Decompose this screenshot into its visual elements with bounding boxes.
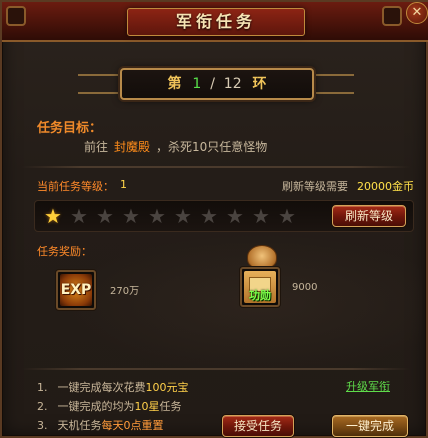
corner-ornament-left: [6, 6, 26, 26]
window-title: 军衔任务: [175, 12, 256, 31]
merit-icon-label: 功勋: [249, 289, 271, 302]
star-icon: ★: [278, 204, 296, 228]
note-line-2: 2. 一键完成的均为10星任务: [37, 400, 182, 413]
merit-icon: 功勋: [244, 271, 276, 303]
task-level-label: 当前任务等级：: [37, 180, 114, 193]
reward-slot-exp[interactable]: EXP: [56, 270, 96, 310]
corner-ornament-right: [382, 6, 402, 26]
ring-counter: 第 1 / 12 环: [120, 68, 314, 100]
star-icon: ★: [44, 204, 62, 228]
objective-suffix: ，杀死10只任意怪物: [156, 140, 268, 154]
objective-place[interactable]: 封魔殿: [114, 140, 150, 154]
accept-task-button[interactable]: 接受任务: [222, 415, 294, 437]
divider-top: [22, 166, 410, 168]
task-window: 军衔任务 ✕ 第 1 / 12 环 任务目标： 前往 封魔殿 ，杀死10只任意怪物 …: [0, 0, 428, 438]
ring-word-di: 第: [167, 76, 182, 92]
close-button[interactable]: ✕: [406, 2, 428, 24]
refresh-cost-label: 刷新等级需要: [282, 180, 348, 193]
one-click-complete-button[interactable]: 一键完成: [332, 415, 408, 437]
medal-icon: [247, 245, 277, 269]
rewards-label: 任务奖励：: [37, 245, 92, 258]
objective-prefix: 前往: [84, 140, 109, 154]
star-icon: ★: [148, 204, 166, 228]
star-icon: ★: [174, 204, 192, 228]
refresh-cost-value: 20000金币: [357, 180, 414, 193]
objective-text: 前往 封魔殿 ，杀死10只任意怪物: [84, 138, 267, 155]
upgrade-rank-link[interactable]: 升级军衔: [346, 378, 390, 394]
ring-ornament-left: [78, 74, 118, 94]
note-line-3: 3. 天机任务每天0点重置: [37, 419, 164, 432]
star-icon: ★: [200, 204, 218, 228]
star-icon: ★: [252, 204, 270, 228]
ring-ornament-right: [314, 74, 354, 94]
objective-label: 任务目标：: [37, 121, 103, 136]
star-icon: ★: [96, 204, 114, 228]
star-icon: ★: [122, 204, 140, 228]
reward-merit-value: 9000: [292, 282, 318, 293]
note-line-1: 1. 一键完成每次花费100元宝: [37, 381, 189, 394]
refresh-level-button[interactable]: 刷新等级: [332, 205, 406, 227]
star-icon: ★: [226, 204, 244, 228]
ring-separator: /: [210, 76, 215, 92]
title-bar: 军衔任务 ✕: [2, 2, 428, 42]
divider-bottom: [22, 368, 410, 370]
task-level-value: 1: [120, 178, 127, 191]
reward-exp-value: 270万: [110, 286, 140, 297]
title-plate: 军衔任务: [127, 8, 305, 36]
ring-word-huan: 环: [252, 76, 267, 92]
reward-slot-merit[interactable]: 功勋: [240, 267, 280, 307]
ring-total: 12: [223, 76, 242, 92]
star-icon: ★: [70, 204, 88, 228]
ring-current: 1: [192, 76, 202, 92]
exp-icon: EXP: [60, 274, 92, 306]
close-icon: ✕: [411, 5, 423, 20]
